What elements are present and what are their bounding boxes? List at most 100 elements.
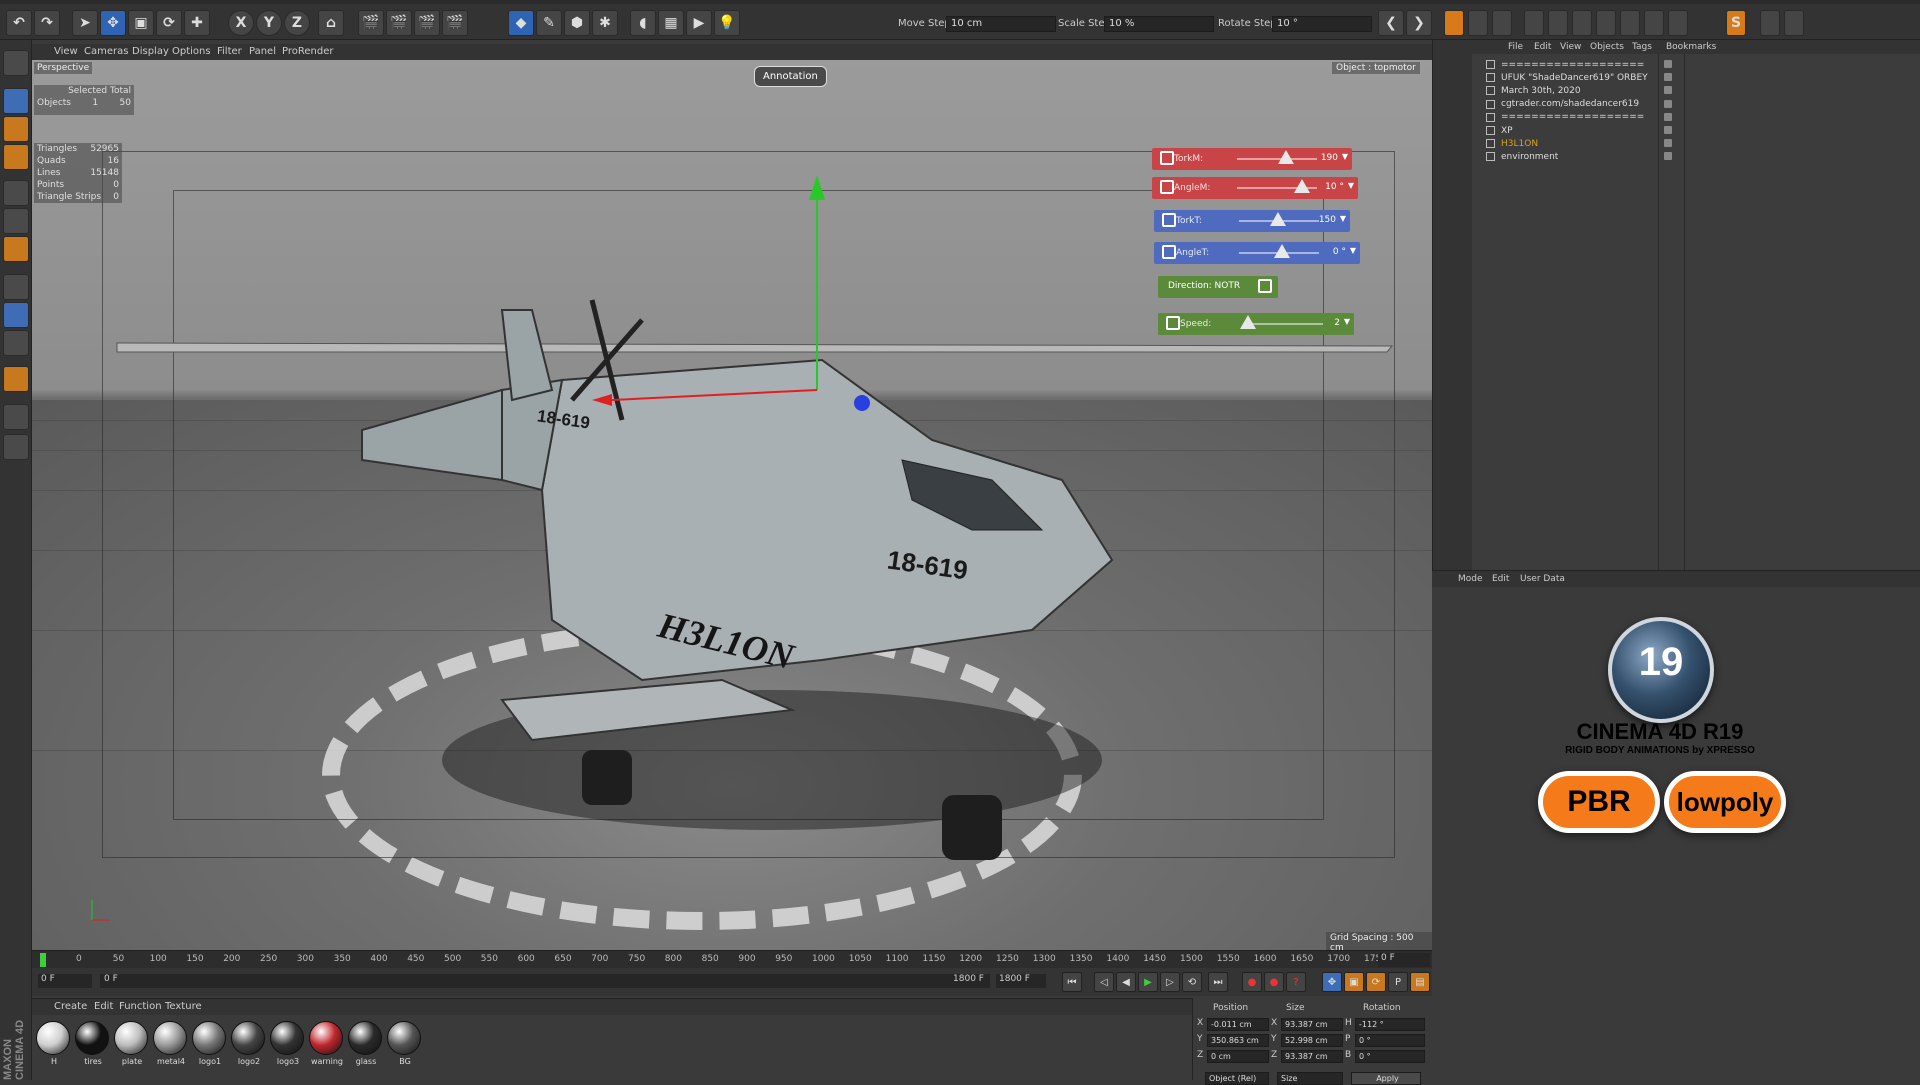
texture-mode-button[interactable] [3, 116, 29, 142]
chevron-down-icon[interactable]: ▼ [1344, 317, 1350, 326]
slider-value[interactable]: 2 [1334, 318, 1340, 328]
tweak-mode-button[interactable] [3, 302, 29, 328]
chevron-down-icon[interactable]: ▼ [1342, 152, 1348, 161]
annotation-bubble[interactable]: Annotation [754, 66, 827, 87]
size-field[interactable]: 93.387 cm [1281, 1018, 1343, 1031]
viewport-menu-options[interactable]: Options [172, 46, 211, 57]
timeline-window-button[interactable]: ▤ [1410, 972, 1430, 992]
layout-button-3[interactable] [1524, 10, 1544, 36]
coordinate-system-button[interactable]: ⌂ [318, 10, 344, 36]
array-button[interactable]: ✱ [592, 10, 618, 36]
visibility-toggle-icon[interactable] [1664, 73, 1672, 82]
snap-button[interactable] [3, 330, 29, 356]
slider-thumb[interactable] [1294, 179, 1310, 193]
slider-value[interactable]: 190 [1321, 153, 1338, 163]
polygons-mode-button[interactable] [3, 236, 29, 262]
tork-m-slider[interactable]: TorkM: 190 ▼ [1152, 148, 1352, 170]
model-mode-button[interactable] [3, 88, 29, 114]
cube-object-button[interactable]: ◆ [508, 10, 534, 36]
edit-render-settings-button[interactable]: 🎬 [414, 10, 440, 36]
objmenu-view[interactable]: View [1560, 42, 1581, 52]
visibility-toggle-icon[interactable] [1664, 86, 1672, 95]
go-to-start-button[interactable]: ⏮ [1062, 972, 1082, 992]
material-swatch[interactable]: tires [75, 1021, 111, 1067]
last-tool-button[interactable]: ✚ [184, 10, 210, 36]
attrmenu-edit[interactable]: Edit [1492, 574, 1509, 584]
y-axis-toggle[interactable]: Y [256, 10, 282, 36]
x-axis-toggle[interactable]: X [228, 10, 254, 36]
visibility-toggle-icon[interactable] [1664, 112, 1672, 121]
material-swatch[interactable]: plate [114, 1021, 150, 1067]
position-field[interactable]: 350.863 cm [1207, 1034, 1269, 1047]
attrmenu-user-data[interactable]: User Data [1520, 574, 1565, 584]
plugin-button-s[interactable]: S [1726, 10, 1746, 36]
size-field[interactable]: 93.387 cm [1281, 1050, 1343, 1063]
go-to-end-button[interactable]: ⏭ [1208, 972, 1228, 992]
position-field[interactable]: -0.011 cm [1207, 1018, 1269, 1031]
slider-thumb[interactable] [1270, 212, 1286, 226]
floor-button[interactable]: ▦ [658, 10, 684, 36]
material-swatch[interactable]: metal4 [153, 1021, 189, 1067]
key-parameter-button[interactable]: P [1388, 972, 1408, 992]
render-queue-button[interactable]: 🎬 [442, 10, 468, 36]
magnet-icon[interactable] [3, 366, 29, 392]
objmenu-tags[interactable]: Tags [1632, 42, 1652, 52]
autokey-button[interactable]: ● [1264, 972, 1284, 992]
prev-key-button[interactable]: ◁ [1094, 972, 1114, 992]
viewport-menu-view[interactable]: View [54, 46, 78, 57]
object-row[interactable]: environment [1486, 150, 1558, 163]
rotate-tool-button[interactable]: ⟳ [156, 10, 182, 36]
start-frame-field[interactable]: 0 F [38, 974, 92, 988]
layout-button-4[interactable] [1548, 10, 1568, 36]
play-button[interactable]: ▶ [1138, 972, 1158, 992]
playhead[interactable] [40, 953, 46, 967]
viewport-menu-filter[interactable]: Filter [217, 46, 242, 57]
key-scale-button[interactable]: ▣ [1344, 972, 1364, 992]
visibility-toggle-icon[interactable] [1664, 152, 1672, 161]
objmenu-edit[interactable]: Edit [1534, 42, 1551, 52]
objmenu-objects[interactable]: Objects [1590, 42, 1624, 52]
size-field[interactable]: 52.998 cm [1281, 1034, 1343, 1047]
layout-button-11[interactable] [1784, 10, 1804, 36]
scale-step-field[interactable]: 10 % [1104, 16, 1214, 32]
next-frame-button[interactable]: ▷ [1160, 972, 1180, 992]
slider-value[interactable]: 10 ° [1325, 182, 1344, 192]
coordinate-mode-select[interactable]: Object (Rel) [1205, 1072, 1269, 1085]
current-frame-field[interactable]: 0 F [1378, 953, 1430, 967]
light-button[interactable]: 💡 [714, 10, 740, 36]
arrow-left-icon[interactable]: ❮ [1378, 10, 1404, 36]
material-swatch[interactable]: warning [309, 1021, 345, 1067]
material-menu-function[interactable]: Function [119, 1001, 162, 1012]
keyframe-selection-button[interactable]: ? [1286, 972, 1306, 992]
layout-button-1[interactable] [1468, 10, 1488, 36]
spline-pen-button[interactable]: ✎ [536, 10, 562, 36]
edges-mode-button[interactable] [3, 208, 29, 234]
record-button[interactable]: ● [1242, 972, 1262, 992]
loop-button[interactable]: ⟲ [1182, 972, 1202, 992]
rotation-field[interactable]: 0 ° [1355, 1034, 1425, 1047]
slider-value[interactable]: 150 [1319, 215, 1336, 225]
perspective-viewport[interactable]: 18-619 18-619 H3L1ON Perspective Object … [32, 60, 1432, 950]
object-row[interactable]: =================== [1486, 111, 1644, 124]
z-axis-toggle[interactable]: Z [284, 10, 310, 36]
tork-t-slider[interactable]: TorkT: 150 ▼ [1154, 210, 1350, 232]
select-tool-button[interactable]: ➤ [72, 10, 98, 36]
rotate-step-field[interactable]: 10 ° [1272, 16, 1372, 32]
frame-range-slider[interactable]: 0 F 1800 F [100, 974, 990, 988]
end-frame-field[interactable]: 1800 F [996, 974, 1046, 988]
apply-button[interactable]: Apply [1351, 1072, 1421, 1085]
key-position-button[interactable]: ✥ [1322, 972, 1342, 992]
objmenu-bookmarks[interactable]: Bookmarks [1666, 42, 1716, 52]
viewport-menu-prorender[interactable]: ProRender [282, 46, 333, 57]
chevron-down-icon[interactable]: ▼ [1350, 246, 1356, 255]
redo-button[interactable]: ↷ [34, 10, 60, 36]
viewport-menu-panel[interactable]: Panel [249, 46, 276, 57]
layout-button-2[interactable] [1492, 10, 1512, 36]
object-row[interactable]: cgtrader.com/shadedancer619 [1486, 98, 1639, 111]
speed-slider[interactable]: Speed: 2 ▼ [1158, 313, 1354, 335]
lock-workplane-button[interactable] [3, 404, 29, 430]
objmenu-file[interactable]: File [1508, 42, 1523, 52]
psr-button[interactable] [1444, 10, 1464, 36]
layout-button-7[interactable] [1620, 10, 1640, 36]
arrow-right-icon[interactable]: ❯ [1406, 10, 1432, 36]
